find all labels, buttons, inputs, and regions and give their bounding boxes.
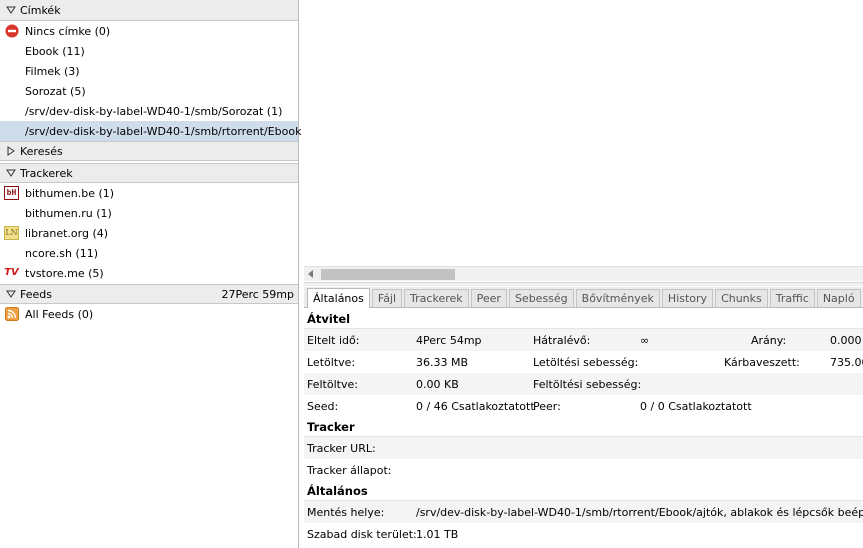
- detail-row-tracker-status: Tracker állapot:: [304, 459, 863, 481]
- label-item-no-label[interactable]: Nincs címke (0): [0, 21, 298, 41]
- tab-peers[interactable]: Peer: [470, 289, 507, 307]
- tracker-url-label: Tracker URL:: [307, 442, 376, 455]
- wasted-label: Kárbaveszett:: [724, 356, 800, 369]
- tracker-item-ncore[interactable]: ncore.sh (11): [0, 243, 298, 263]
- scroll-left-icon[interactable]: [308, 270, 313, 278]
- trackers-section-header[interactable]: Trackerek: [0, 163, 298, 183]
- tab-log[interactable]: Napló: [816, 289, 861, 307]
- labels-section-header[interactable]: Címkék: [0, 0, 298, 21]
- tracker-status-label: Tracker állapot:: [307, 464, 392, 477]
- detail-row-uploaded: Feltöltve: 0.00 KB Feltöltési sebesség:: [304, 373, 863, 395]
- search-section-header[interactable]: Keresés: [0, 141, 298, 161]
- label-item-sorozat[interactable]: Sorozat (5): [0, 81, 298, 101]
- feed-item-text: All Feeds (0): [25, 307, 94, 321]
- torrent-list[interactable]: [304, 0, 863, 266]
- label-item-path-ebook[interactable]: /srv/dev-disk-by-label-WD40-1/smb/rtorre…: [0, 121, 321, 141]
- rss-icon: [4, 307, 19, 321]
- expand-arrow-icon[interactable]: [4, 146, 18, 156]
- tracker-item-bithumen-be[interactable]: bH bithumen.be (1): [0, 183, 298, 203]
- tab-general[interactable]: Általános: [307, 288, 370, 308]
- detail-row-seed: Seed: 0 / 46 Csatlakoztatott Peer: 0 / 0…: [304, 395, 863, 417]
- no-label-icon: [4, 24, 19, 38]
- peer-value: 0 / 0 Csatlakoztatott: [640, 400, 752, 413]
- detail-row-free-disk: Szabad disk terület: 1.01 TB: [304, 523, 863, 545]
- horizontal-scrollbar[interactable]: [304, 266, 863, 281]
- general-section-title: Általános: [304, 481, 863, 501]
- download-speed-label: Letöltési sebesség:: [533, 356, 639, 369]
- seed-value: 0 / 46 Csatlakoztatott: [416, 400, 535, 413]
- label-item-path-sorozat[interactable]: /srv/dev-disk-by-label-WD40-1/smb/Soroza…: [0, 101, 298, 121]
- detail-row-downloaded: Letöltve: 36.33 MB Letöltési sebesség: K…: [304, 351, 863, 373]
- sidebar: Címkék Nincs címke (0) Ebook (11) Filmek…: [0, 0, 321, 548]
- label-item-text: Sorozat (5): [25, 84, 86, 98]
- feed-item-all[interactable]: All Feeds (0): [0, 304, 298, 324]
- tracker-item-text: tvstore.me (5): [25, 266, 104, 280]
- label-item-text: /srv/dev-disk-by-label-WD40-1/smb/rtorre…: [25, 124, 321, 138]
- search-section-title: Keresés: [20, 144, 63, 158]
- wasted-value: 735.00: [830, 356, 863, 369]
- collapse-arrow-icon[interactable]: [4, 290, 18, 298]
- scrollbar-thumb[interactable]: [321, 269, 455, 280]
- general-details: Átvitel Eltelt idő: 4Perc 54mp Hátralévő…: [304, 309, 863, 548]
- label-item-ebook[interactable]: Ebook (11): [0, 41, 298, 61]
- tracker-item-text: bithumen.ru (1): [25, 206, 112, 220]
- elapsed-value: 4Perc 54mp: [416, 334, 482, 347]
- label-item-text: /srv/dev-disk-by-label-WD40-1/smb/Soroza…: [25, 104, 283, 118]
- tab-files[interactable]: Fájl: [371, 289, 403, 307]
- detail-row-save-path: Mentés helye: /srv/dev-disk-by-label-WD4…: [304, 501, 863, 523]
- free-disk-label: Szabad disk terület:: [307, 528, 417, 541]
- elapsed-label: Eltelt idő:: [307, 334, 360, 347]
- trackers-section-title: Trackerek: [20, 166, 73, 180]
- tracker-item-tvstore[interactable]: TV tvstore.me (5): [0, 263, 298, 283]
- label-item-text: Nincs címke (0): [25, 24, 111, 38]
- upload-speed-label: Feltöltési sebesség:: [533, 378, 642, 391]
- feeds-section-header[interactable]: Feeds 27Perc 59mp: [0, 284, 298, 304]
- tab-speed[interactable]: Sebesség: [508, 289, 574, 307]
- tab-traffic[interactable]: Traffic: [769, 289, 815, 307]
- main-panel: Általános Fájl Trackerek Peer Sebesség B…: [304, 0, 863, 548]
- uploaded-value: 0.00 KB: [416, 378, 459, 391]
- tab-trackers[interactable]: Trackerek: [404, 289, 469, 307]
- collapse-arrow-icon[interactable]: [4, 169, 18, 177]
- peer-label: Peer:: [533, 400, 561, 413]
- bithumen-icon: bH: [4, 186, 19, 200]
- tracker-item-text: libranet.org (4): [25, 226, 109, 240]
- tab-history[interactable]: History: [661, 289, 714, 307]
- ratio-label: Arány:: [751, 334, 787, 347]
- tracker-item-text: ncore.sh (11): [25, 246, 99, 260]
- seed-label: Seed:: [307, 400, 339, 413]
- remaining-label: Hátralévő:: [533, 334, 591, 347]
- label-item-text: Ebook (11): [25, 44, 85, 58]
- downloaded-label: Letöltve:: [307, 356, 356, 369]
- libranet-icon: LN: [4, 226, 19, 240]
- collapse-arrow-icon[interactable]: [4, 6, 18, 14]
- downloaded-value: 36.33 MB: [416, 356, 469, 369]
- detail-row-tracker-url: Tracker URL:: [304, 437, 863, 459]
- tab-plugins[interactable]: Bővítmények: [575, 289, 660, 307]
- detail-row-elapsed: Eltelt idő: 4Perc 54mp Hátralévő: ∞ Arán…: [304, 329, 863, 351]
- tracker-item-text: bithumen.be (1): [25, 186, 115, 200]
- label-item-filmek[interactable]: Filmek (3): [0, 61, 298, 81]
- tracker-section-title: Tracker: [304, 417, 863, 437]
- tab-chunks[interactable]: Chunks: [715, 289, 768, 307]
- uploaded-label: Feltöltve:: [307, 378, 358, 391]
- tvstore-icon: TV: [4, 267, 19, 278]
- feeds-update-timer: 27Perc 59mp: [221, 287, 294, 301]
- transfer-section-title: Átvitel: [304, 309, 863, 329]
- tracker-item-bithumen-ru[interactable]: bithumen.ru (1): [0, 203, 298, 223]
- tracker-item-libranet[interactable]: LN libranet.org (4): [0, 223, 298, 243]
- details-tabbar: Általános Fájl Trackerek Peer Sebesség B…: [304, 287, 863, 308]
- label-item-text: Filmek (3): [25, 64, 80, 78]
- remaining-value: ∞: [640, 334, 650, 347]
- feeds-section-title: Feeds: [20, 287, 52, 301]
- free-disk-value: 1.01 TB: [416, 528, 459, 541]
- save-path-label: Mentés helye:: [307, 506, 385, 519]
- panel-splitter[interactable]: [304, 282, 863, 286]
- save-path-value: /srv/dev-disk-by-label-WD40-1/smb/rtorre…: [416, 506, 863, 519]
- labels-section-title: Címkék: [20, 3, 61, 17]
- ratio-value: 0.000: [830, 334, 862, 347]
